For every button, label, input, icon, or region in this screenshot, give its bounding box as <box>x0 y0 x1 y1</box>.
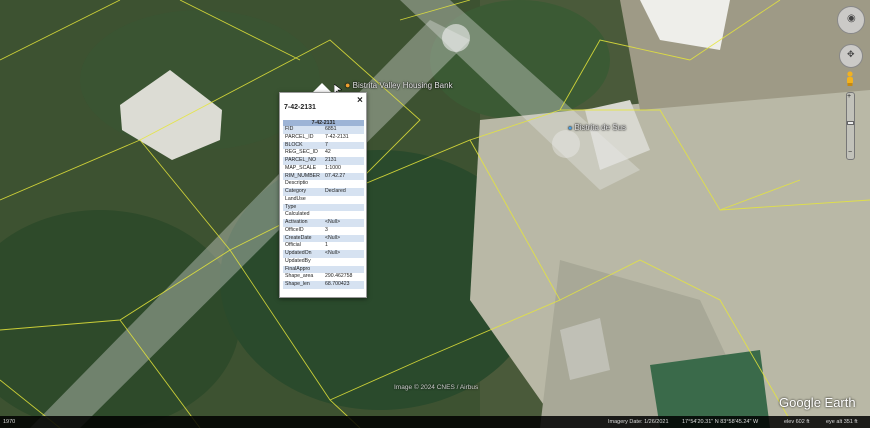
attribute-key: Activation <box>283 219 323 227</box>
pin-icon: ● <box>568 125 573 132</box>
attribute-key: BLOCK <box>283 141 323 150</box>
attribute-key: OfficeID <box>285 226 304 233</box>
attribute-value: 42 <box>325 149 331 156</box>
attribute-value <box>323 265 364 274</box>
attribute-row: Official 1 <box>283 242 364 250</box>
attribute-value: 1:1000 <box>325 164 341 171</box>
placemark-bistrita[interactable]: ● Bistrita de Sus <box>568 123 626 132</box>
status-left: 1970 <box>3 419 16 425</box>
attribute-key: Category <box>283 188 323 196</box>
attribute-row: BLOCK 7 <box>283 141 364 150</box>
attribute-key: PARCEL_ID <box>285 133 314 140</box>
status-bar: 1970 Imagery Date: 1/26/2021 17°54'20.31… <box>0 416 870 428</box>
attribute-row: Shape_len 68.700423 <box>283 281 364 289</box>
attribute-row: PARCEL_ID 7-42-2131 <box>283 134 364 142</box>
attribute-row: FinalAppro <box>283 265 364 274</box>
attribute-row: Descriptio <box>283 180 364 188</box>
attribute-row: Activation <Null> <box>283 219 364 227</box>
feature-popup: 7-42-2131 × 7-42-2131 FID 6851 PARCEL_ID 7-… <box>279 92 367 298</box>
attribute-value: <Null> <box>323 234 364 243</box>
close-icon[interactable]: × <box>357 96 363 106</box>
street-view-pegman-icon[interactable] <box>845 71 855 87</box>
move-joystick[interactable]: ✥ <box>839 44 863 68</box>
attribute-row: FID 6851 <box>283 126 364 134</box>
attribute-row: RIM_NUMBER 07.42.27 <box>283 172 364 181</box>
attribute-value: 6851 <box>323 126 364 134</box>
attribute-value: <Null> <box>323 250 364 258</box>
hand-icon: ✥ <box>847 49 855 59</box>
popup-title: 7-42-2131 <box>284 104 316 111</box>
zoom-in-icon[interactable]: + <box>847 93 851 100</box>
attribute-value <box>323 203 364 212</box>
attribute-key: Official <box>285 242 301 249</box>
attribute-value: 290.462758 <box>325 273 353 280</box>
imagery-date: Imagery Date: 1/26/2021 <box>608 419 669 425</box>
look-joystick[interactable]: ◉ <box>837 6 865 34</box>
imagery-copyright: Image © 2024 CNES / Airbus <box>394 384 479 391</box>
attribute-key: RIM_NUMBER <box>283 172 323 181</box>
attribute-key: MAP_SCALE <box>285 164 317 171</box>
attribute-key: UpdatedBy <box>285 257 311 264</box>
attribute-value: <Null> <box>323 219 364 227</box>
attribute-key: CreateDate <box>283 234 323 243</box>
attribute-row: MAP_SCALE 1:1000 <box>283 165 364 173</box>
attribute-key: Type <box>283 203 323 212</box>
attribute-value <box>323 258 364 266</box>
pin-icon: ● <box>345 80 351 90</box>
attribute-key: UpdatedOn <box>283 250 323 258</box>
attribute-row: Shape_area 290.462758 <box>283 273 364 281</box>
attribute-key: FID <box>283 126 323 134</box>
attribute-value: 7-42-2131 <box>325 133 349 140</box>
attribute-value <box>323 180 364 188</box>
attribute-key: Calculated <box>285 211 310 218</box>
attribute-row: LandUse <box>283 196 364 204</box>
eye-altitude: eye alt 351 ft <box>826 419 858 425</box>
attribute-row: OfficeID 3 <box>283 227 364 235</box>
coordinates: 17°54'20.31" N 83°58'45.24" W <box>682 419 759 425</box>
attribute-value: 7 <box>323 141 364 150</box>
attribute-row: Category Declared <box>283 188 364 196</box>
satellite-map[interactable]: ● Bistrita Valley Housing Bank ● Bistrit… <box>0 0 870 428</box>
attribute-row: REG_SEC_ID 42 <box>283 149 364 157</box>
elevation: elev 602 ft <box>784 419 810 425</box>
attribute-key: Descriptio <box>285 180 309 187</box>
attribute-row: CreateDate <Null> <box>283 234 364 243</box>
attribute-row: Type <box>283 203 364 212</box>
zoom-slider[interactable]: + − <box>846 92 855 160</box>
attribute-key: REG_SEC_ID <box>285 149 318 156</box>
eye-icon: ◉ <box>847 13 856 24</box>
attribute-key: Shape_area <box>285 273 314 280</box>
attribute-row: UpdatedOn <Null> <box>283 250 364 258</box>
attribute-value: 07.42.27 <box>323 172 364 181</box>
attribute-value: 1 <box>325 242 328 249</box>
attribute-key: FinalAppro <box>283 265 323 274</box>
attribute-value <box>323 196 364 204</box>
zoom-out-icon[interactable]: − <box>848 149 852 156</box>
placemark-housing-bank[interactable]: ● Bistrita Valley Housing Bank <box>345 80 453 90</box>
map-imagery <box>0 0 870 428</box>
attribute-key: PARCEL_NO <box>283 157 323 165</box>
attribute-key: Shape_len <box>283 281 323 289</box>
attribute-value: 3 <box>325 226 328 233</box>
attribute-value: 2131 <box>323 157 364 165</box>
attribute-value <box>323 211 364 219</box>
attribute-key: LandUse <box>285 195 306 202</box>
attribute-row: UpdatedBy <box>283 258 364 266</box>
attribute-value: Declared <box>323 188 364 196</box>
google-earth-logo: Google Earth <box>779 395 856 410</box>
attribute-row: Calculated <box>283 211 364 219</box>
zoom-thumb[interactable] <box>847 121 854 125</box>
attribute-value: 68.700423 <box>323 281 364 289</box>
attribute-row: PARCEL_NO 2131 <box>283 157 364 165</box>
attribute-table: 7-42-2131 FID 6851 PARCEL_ID 7-42-2131 BLOCK… <box>283 120 364 289</box>
